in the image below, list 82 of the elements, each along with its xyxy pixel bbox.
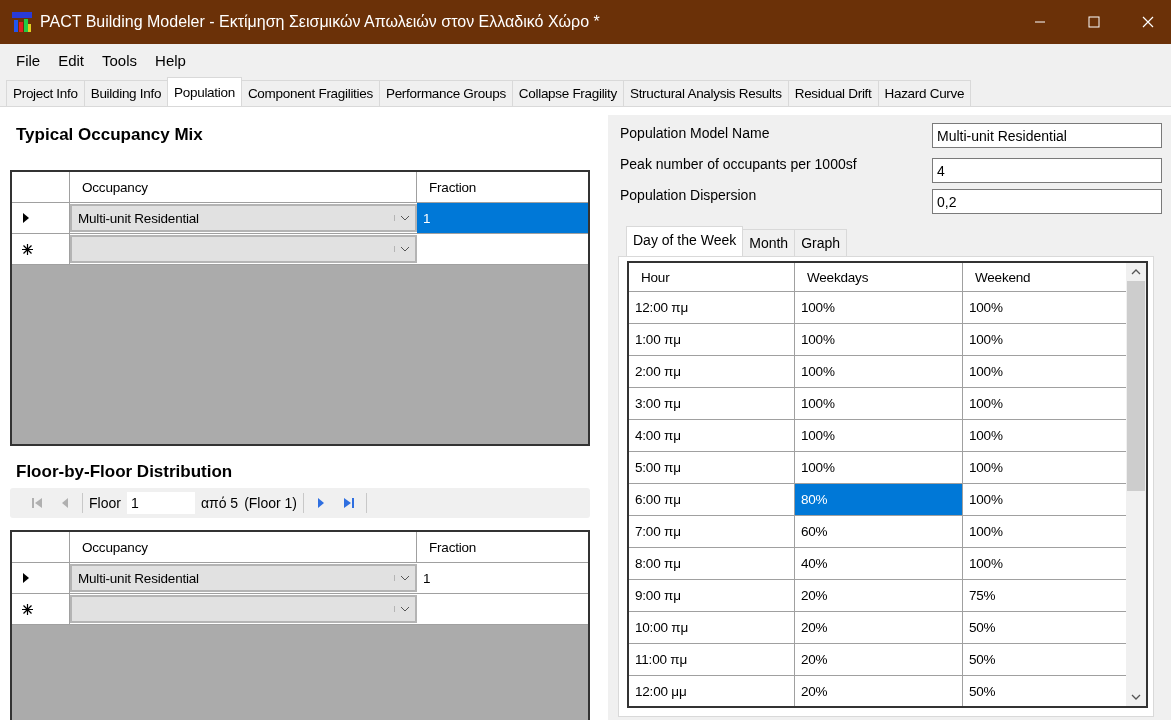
table-cell-text: 50% <box>968 651 997 669</box>
floor-count-text: από 5 <box>200 495 239 511</box>
menu-item[interactable]: File <box>10 49 47 71</box>
table-cell-text: 100% <box>968 427 1004 445</box>
field-label: Peak number of occupants per 1000sf <box>619 155 857 172</box>
floor-field[interactable]: 1 <box>126 492 195 514</box>
new-row-icon <box>22 603 33 615</box>
menu-item[interactable]: Edit <box>52 49 91 71</box>
table-cell: 1:00 πμ <box>629 324 795 355</box>
current-row-icon <box>22 213 30 223</box>
current-row-icon <box>22 573 30 583</box>
table-cell-text: 75% <box>968 587 997 605</box>
column-header: Occupancy <box>70 172 417 202</box>
column-header: Weekdays <box>795 263 963 291</box>
table-cell: 12:00 πμ <box>629 292 795 323</box>
table-cell: 9:00 πμ <box>629 580 795 611</box>
field-label: Population Dispersion <box>619 186 757 203</box>
table-cell-text: 100% <box>968 331 1004 349</box>
table-cell: 12:00 μμ <box>629 676 795 706</box>
floor-label: Floor <box>89 495 121 511</box>
tab[interactable]: Population <box>167 77 242 106</box>
table-cell-text: 50% <box>968 619 997 637</box>
occupancy-dropdown[interactable]: Multi-unit Residential <box>70 204 417 232</box>
scroll-down-icon[interactable] <box>1131 694 1141 700</box>
tab[interactable]: Project Info <box>6 80 85 106</box>
table-cell[interactable]: 100% <box>795 388 963 419</box>
table-cell-text: 100% <box>968 299 1004 317</box>
table-cell[interactable]: 100% <box>795 324 963 355</box>
table-cell-text: 50% <box>968 683 997 701</box>
column-header: Fraction <box>428 538 478 557</box>
section-heading: Typical Occupancy Mix <box>16 125 204 145</box>
close-icon[interactable] <box>1142 16 1154 28</box>
column-header: Fraction <box>428 178 478 197</box>
table-cell: 3:00 πμ <box>629 388 795 419</box>
table-cell[interactable]: 100% <box>795 356 963 387</box>
table-cell-text: 100% <box>968 459 1004 477</box>
table-cell: 5:00 πμ <box>629 452 795 483</box>
app-logo-icon <box>12 12 32 32</box>
table-cell[interactable]: 20% <box>795 612 963 643</box>
column-header: Hour <box>629 263 795 291</box>
scrollbar[interactable] <box>1126 263 1146 706</box>
table-cell[interactable]: 80% <box>795 484 963 515</box>
table-cell: 8:00 πμ <box>629 548 795 579</box>
table-cell[interactable]: 100% <box>795 420 963 451</box>
menu-item[interactable]: Help <box>149 49 192 71</box>
table-cell: 2:00 πμ <box>629 356 795 387</box>
column-header: Weekend <box>974 268 1032 287</box>
new-row-icon <box>22 243 33 255</box>
table-cell[interactable]: 100% <box>795 452 963 483</box>
table-cell[interactable]: 20% <box>795 644 963 675</box>
tab[interactable]: Graph <box>794 229 848 256</box>
table-cell-text: 100% <box>968 491 1004 509</box>
table-cell[interactable]: 60% <box>795 516 963 547</box>
table-cell-text: 100% <box>968 555 1004 573</box>
menu-item[interactable]: Tools <box>96 49 144 71</box>
window-title: PACT Building Modeler - Εκτίμηση Σεισμικών Απωλειών στον Ελλαδικό Χώρο * <box>40 13 600 31</box>
current-floor-text: (Floor 1) <box>244 495 298 511</box>
table-cell[interactable]: 1 <box>417 203 588 233</box>
input-field[interactable]: Multi-unit Residential <box>932 123 1162 148</box>
tab[interactable]: Day of the Week <box>626 226 744 256</box>
section-heading: Floor-by-Floor Distribution <box>16 462 234 482</box>
table-cell: 4:00 πμ <box>629 420 795 451</box>
occupancy-dropdown[interactable]: Multi-unit Residential <box>70 564 417 592</box>
field-label: Population Model Name <box>619 124 770 141</box>
table-cell[interactable]: 40% <box>795 548 963 579</box>
maximize-icon[interactable] <box>1088 16 1100 28</box>
table-cell-text: 100% <box>968 363 1004 381</box>
table-cell: 11:00 πμ <box>629 644 795 675</box>
table-cell[interactable]: 100% <box>795 292 963 323</box>
scroll-up-icon[interactable] <box>1131 269 1141 275</box>
input-field[interactable]: 4 <box>932 158 1162 183</box>
table-cell[interactable]: 20% <box>795 676 963 706</box>
table-cell-text: 100% <box>968 395 1004 413</box>
input-field[interactable]: 0,2 <box>932 189 1162 214</box>
table-cell: 7:00 πμ <box>629 516 795 547</box>
tab[interactable]: Hazard Curve <box>877 80 972 106</box>
table-cell[interactable]: 1 <box>417 563 588 593</box>
table-cell[interactable]: 20% <box>795 580 963 611</box>
table-cell-text: 100% <box>968 523 1004 541</box>
last-record-icon[interactable] <box>342 496 357 510</box>
table-cell: 10:00 πμ <box>629 612 795 643</box>
column-header: Occupancy <box>70 532 417 562</box>
